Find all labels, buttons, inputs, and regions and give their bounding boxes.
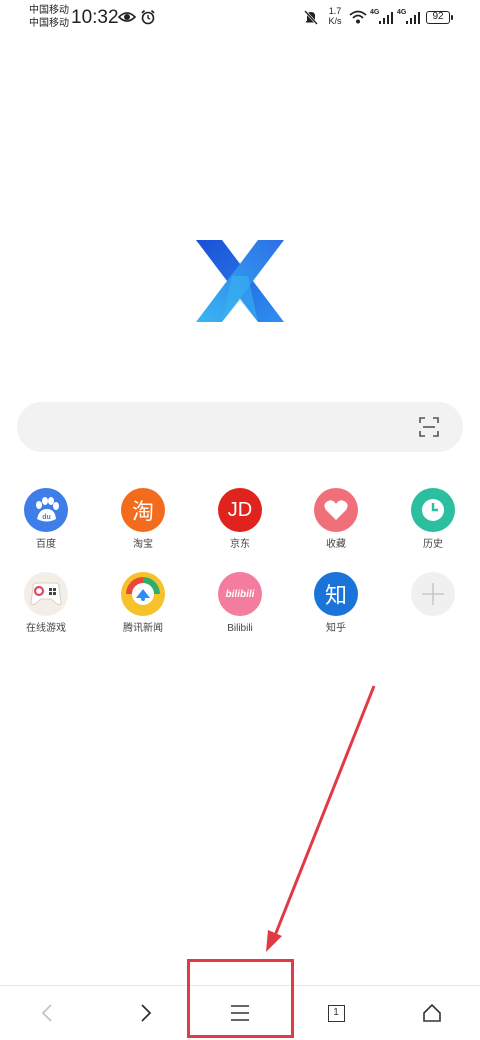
- net-speed: 1.7 K/s: [325, 6, 345, 26]
- heart-icon: [314, 488, 358, 532]
- zhihu-icon: 知: [314, 572, 358, 616]
- shortcut-bilibili[interactable]: bilibili Bilibili: [200, 572, 280, 635]
- back-button[interactable]: [32, 998, 62, 1028]
- shortcut-zhihu[interactable]: 知 知乎: [296, 572, 376, 635]
- gamepad-icon: [24, 572, 68, 616]
- shortcut-baidu[interactable]: du 百度: [6, 488, 86, 551]
- tencent-news-icon: [121, 572, 165, 616]
- shortcut-label: 腾讯新闻: [123, 623, 163, 634]
- taobao-icon: 淘: [121, 488, 165, 532]
- jd-icon: JD: [218, 488, 262, 532]
- taobao-glyph: 淘: [131, 500, 154, 525]
- forward-button[interactable]: [131, 998, 161, 1028]
- shortcut-tencent-news[interactable]: 腾讯新闻: [103, 572, 183, 635]
- shortcut-label: 淘宝: [133, 539, 153, 550]
- shortcut-history[interactable]: 历史: [393, 488, 473, 551]
- carrier-labels: 中国移动 中国移动: [29, 4, 69, 30]
- shortcut-games[interactable]: 在线游戏: [6, 572, 86, 635]
- search-bar[interactable]: [17, 402, 463, 452]
- eye-icon: [118, 12, 136, 22]
- clock-icon: [411, 488, 455, 532]
- shortcut-favorites[interactable]: 收藏: [296, 488, 376, 551]
- signal-icon: [406, 12, 420, 24]
- zhihu-glyph: 知: [324, 584, 347, 609]
- chevron-right-icon: [141, 1004, 152, 1022]
- jd-glyph: JD: [227, 498, 253, 521]
- clock: 10:32: [71, 7, 119, 28]
- chevron-left-icon: [41, 1004, 52, 1022]
- tabs-count: 1: [327, 1004, 345, 1022]
- annotation-highlight-box: [187, 959, 294, 1038]
- shortcut-label: Bilibili: [227, 623, 253, 634]
- shortcut-add[interactable]: [393, 572, 473, 622]
- shortcut-label: 京东: [230, 539, 250, 550]
- net-speed-value: 1.7: [328, 6, 342, 16]
- status-bar: 中国移动 中国移动 10:32 1.7 K/s 4G 4G 92: [0, 0, 480, 36]
- scan-icon[interactable]: [419, 417, 439, 437]
- shortcut-taobao[interactable]: 淘 淘宝: [103, 488, 183, 551]
- alarm-icon: [141, 9, 155, 25]
- add-icon: [411, 572, 455, 616]
- home-icon: [423, 1003, 441, 1022]
- carrier-2: 中国移动: [29, 18, 69, 29]
- bilibili-glyph: bilibili: [225, 588, 255, 600]
- bilibili-icon: bilibili: [218, 572, 262, 616]
- home-button[interactable]: [417, 998, 447, 1028]
- shortcut-label: 知乎: [326, 623, 346, 634]
- signal-icon: [379, 12, 393, 24]
- svg-text:du: du: [42, 514, 51, 521]
- carrier-1: 中国移动: [29, 5, 69, 16]
- baidu-paw-icon: du: [24, 488, 68, 532]
- tabs-button[interactable]: 1: [321, 998, 351, 1028]
- battery-icon: 92: [426, 11, 453, 24]
- bell-muted-icon: [304, 10, 318, 25]
- x-logo: [196, 240, 284, 322]
- net-speed-unit: K/s: [328, 16, 342, 26]
- shortcut-label: 历史: [423, 539, 443, 550]
- shortcut-label: 在线游戏: [26, 623, 66, 634]
- shortcut-jd[interactable]: JD 京东: [200, 488, 280, 551]
- shortcut-label: 百度: [36, 539, 56, 550]
- shortcut-label: 收藏: [326, 539, 346, 550]
- wifi-icon: [349, 10, 367, 24]
